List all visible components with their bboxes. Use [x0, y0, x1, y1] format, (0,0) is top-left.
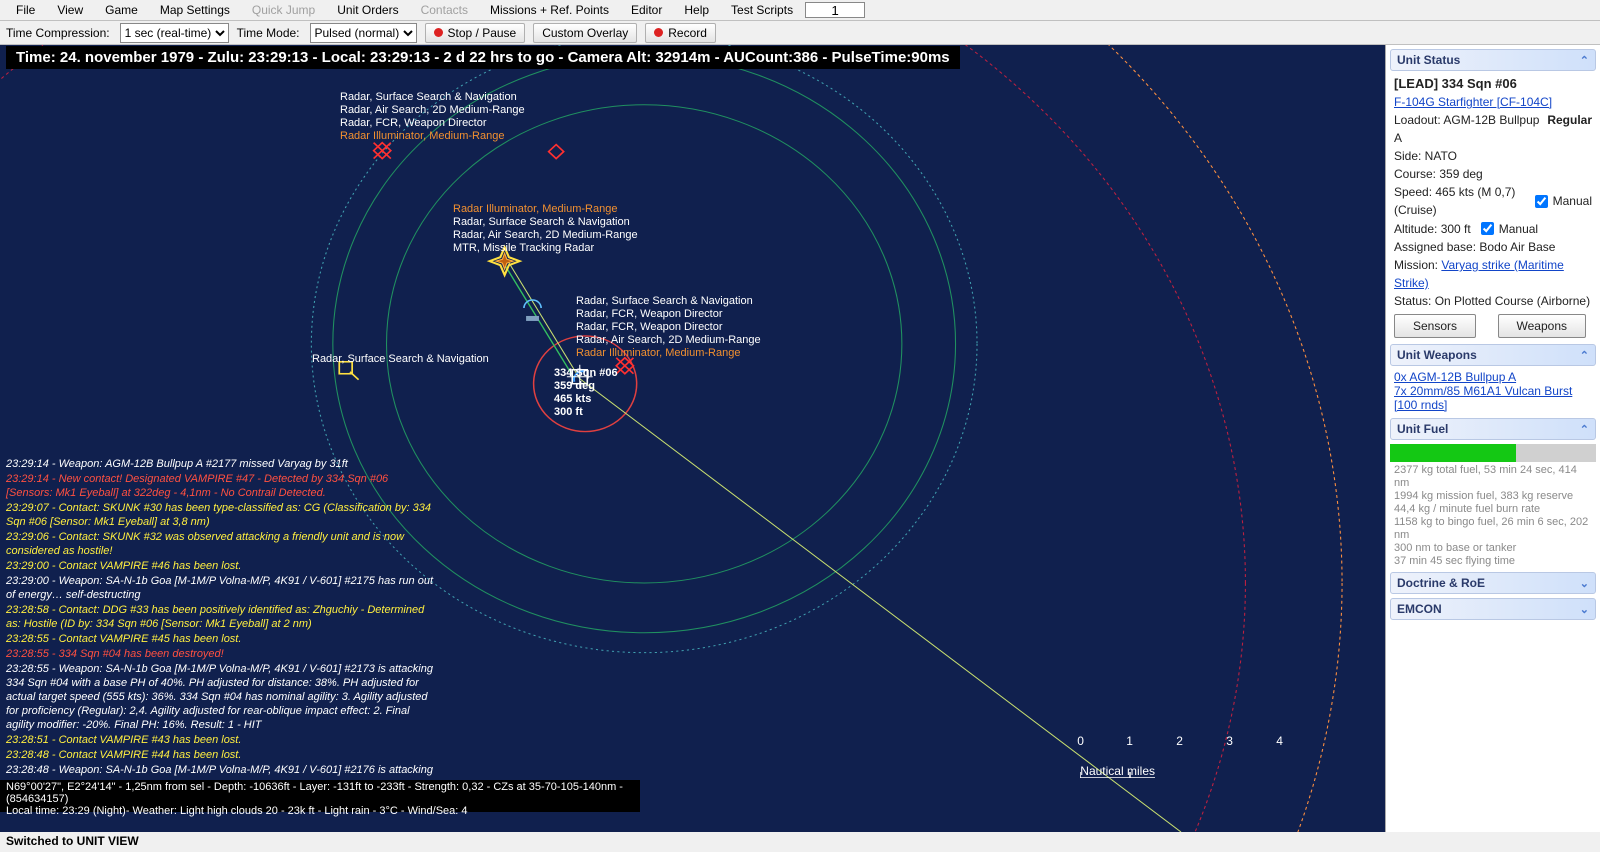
unit-proficiency: Regular	[1547, 111, 1592, 129]
time-mode-select[interactable]: Pulsed (normal)	[310, 23, 417, 43]
log-entry: 23:29:06 - Contact: SKUNK #32 was observ…	[6, 530, 436, 558]
log-entry: 23:28:48 - Weapon: SA-N-1b Goa [M-1M/P V…	[6, 763, 436, 777]
section-unit-fuel[interactable]: Unit Fuel⌃	[1390, 418, 1596, 440]
unit-status-line: Status: On Plotted Course (Airborne)	[1394, 292, 1592, 310]
unit-title: [LEAD] 334 Sqn #06	[1394, 75, 1592, 93]
menu-quick-jump[interactable]: Quick Jump	[242, 1, 325, 19]
menu-contacts[interactable]: Contacts	[411, 1, 478, 19]
stop-pause-button[interactable]: Stop / Pause	[425, 23, 526, 43]
menu-game[interactable]: Game	[95, 1, 148, 19]
stop-icon	[434, 28, 443, 37]
log-entry: 23:28:51 - Contact VAMPIRE #43 has been …	[6, 733, 436, 747]
unit-side: Side: NATO	[1394, 147, 1592, 165]
map-scale: 0 1 2 3 4 Nautical miles	[1080, 766, 1155, 778]
menu-map-settings[interactable]: Map Settings	[150, 1, 240, 19]
unit-class-link[interactable]: F-104G Starfighter [CF-104C]	[1394, 95, 1552, 109]
log-entry: 23:29:00 - Weapon: SA-N-1b Goa [M-1M/P V…	[6, 574, 436, 602]
menu-missions-ref-points[interactable]: Missions + Ref. Points	[480, 1, 619, 19]
log-entry: 23:29:00 - Contact VAMPIRE #46 has been …	[6, 559, 436, 573]
unit-speed: Speed: 465 kts (M 0,7) (Cruise)	[1394, 183, 1525, 219]
toolbar: Time Compression: 1 sec (real-time) Time…	[0, 21, 1600, 45]
menu-editor[interactable]: Editor	[621, 1, 672, 19]
contact-sensor-list: Radar Illuminator, Medium-Range Radar, S…	[453, 203, 638, 255]
status-bar: Switched to UNIT VIEW	[0, 832, 1600, 852]
log-entry: 23:28:58 - Contact: DDG #33 has been pos…	[6, 603, 436, 631]
altitude-manual-toggle[interactable]: Manual	[1477, 219, 1538, 238]
tactical-map[interactable]: Radar, Surface Search & Navigation Radar…	[0, 45, 1385, 832]
unit-panel: Unit Status⌃ [LEAD] 334 Sqn #06 F-104G S…	[1385, 45, 1600, 832]
record-button[interactable]: Record	[645, 23, 716, 43]
custom-overlay-button[interactable]: Custom Overlay	[533, 23, 637, 43]
contact-sensor-list: Radar, Surface Search & Navigation Radar…	[340, 91, 525, 143]
menubar: FileViewGameMap SettingsQuick JumpUnit O…	[0, 0, 1600, 21]
log-entry: 23:28:48 - Contact VAMPIRE #44 has been …	[6, 748, 436, 762]
record-icon	[654, 28, 663, 37]
fuel-info: 2377 kg total fuel, 53 min 24 sec, 414 n…	[1394, 464, 1592, 568]
time-compression-select[interactable]: 1 sec (real-time)	[120, 23, 229, 43]
speed-manual-toggle[interactable]: Manual	[1531, 192, 1592, 211]
log-entry: 23:28:55 - Contact VAMPIRE #45 has been …	[6, 632, 436, 646]
message-log[interactable]: 23:29:14 - Weapon: AGM-12B Bullpup A #21…	[6, 457, 436, 778]
unit-base: Assigned base: Bodo Air Base	[1394, 238, 1592, 256]
chevron-up-icon: ⌃	[1580, 54, 1589, 67]
section-unit-weapons[interactable]: Unit Weapons⌃	[1390, 344, 1596, 366]
chevron-down-icon: ⌄	[1580, 603, 1589, 616]
weapon-row[interactable]: 7x 20mm/85 M61A1 Vulcan Burst [100 rnds]	[1394, 384, 1592, 412]
section-unit-status[interactable]: Unit Status⌃	[1390, 49, 1596, 71]
time-compression-label: Time Compression:	[6, 26, 110, 40]
log-entry: 23:28:55 - 334 Sqn #04 has been destroye…	[6, 647, 436, 661]
time-mode-label: Time Mode:	[237, 26, 300, 40]
sensors-button[interactable]: Sensors	[1394, 314, 1476, 338]
chevron-up-icon: ⌃	[1580, 423, 1589, 436]
menu-unit-orders[interactable]: Unit Orders	[327, 1, 408, 19]
mission-label: Mission:	[1394, 258, 1438, 272]
time-banner: Time: 24. november 1979 - Zulu: 23:29:13…	[6, 46, 960, 69]
menu-file[interactable]: File	[6, 1, 45, 19]
fuel-bar	[1390, 444, 1596, 462]
chevron-up-icon: ⌃	[1580, 349, 1589, 362]
section-emcon[interactable]: EMCON⌄	[1390, 598, 1596, 620]
log-entry: 23:28:55 - Weapon: SA-N-1b Goa [M-1M/P V…	[6, 662, 436, 732]
menu-help[interactable]: Help	[674, 1, 719, 19]
log-entry: 23:29:14 - New contact! Designated VAMPI…	[6, 472, 436, 500]
selected-unit-label: 334 Sqn #06 359 deg 465 kts 300 ft	[554, 367, 618, 419]
weapons-button[interactable]: Weapons	[1498, 314, 1586, 338]
weapon-row[interactable]: 0x AGM-12B Bullpup A	[1394, 370, 1592, 384]
menu-view[interactable]: View	[47, 1, 93, 19]
log-entry: 23:29:07 - Contact: SKUNK #30 has been t…	[6, 501, 436, 529]
menu-input[interactable]	[805, 2, 865, 18]
map-coord-bar: N69°00'27", E2°24'14" - 1,25nm from sel …	[0, 780, 640, 812]
chevron-down-icon: ⌄	[1580, 577, 1589, 590]
contact-label: Radar, Surface Search & Navigation	[312, 353, 489, 366]
contact-sensor-list: Radar, Surface Search & Navigation Radar…	[576, 295, 761, 360]
menu-test-scripts[interactable]: Test Scripts	[721, 1, 803, 19]
section-doctrine[interactable]: Doctrine & RoE⌄	[1390, 572, 1596, 594]
unit-altitude: Altitude: 300 ft	[1394, 220, 1471, 238]
log-entry: 23:29:14 - Weapon: AGM-12B Bullpup A #21…	[6, 457, 436, 471]
unit-course: Course: 359 deg	[1394, 165, 1592, 183]
